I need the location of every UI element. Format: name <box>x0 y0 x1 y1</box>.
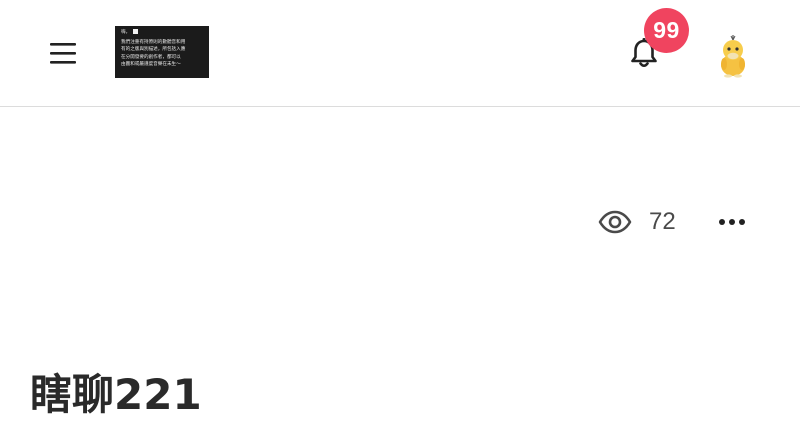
logo-greeting: 嗨， <box>121 30 131 35</box>
logo-square-mark <box>133 29 139 34</box>
more-options-button[interactable] <box>714 208 750 236</box>
hamburger-menu-icon <box>50 43 76 64</box>
notification-count-badge: 99 <box>644 8 689 53</box>
logo-text-line: 有的之版與別描述，所包括入應 <box>121 47 186 53</box>
logo-text-line: 在分開發要的創作者，都可以 <box>121 54 181 60</box>
duck-avatar-icon <box>721 35 745 78</box>
top-app-bar: 嗨， 我們注重有持原則的數聽音和用 有的之版與別描述，所包括入應 在分開發要的創… <box>0 0 800 107</box>
view-count-value: 72 <box>649 208 676 235</box>
logo-text-line: 由圖和或嚴謹度音樂在未生～ <box>121 62 181 68</box>
more-horizontal-icon <box>719 219 745 225</box>
user-avatar[interactable] <box>712 32 754 78</box>
post-title: 瞎聊221 <box>30 370 202 419</box>
site-logo[interactable]: 嗨， 我們注重有持原則的數聽音和用 有的之版與別描述，所包括入應 在分開發要的創… <box>115 26 209 78</box>
eye-icon <box>598 210 632 234</box>
menu-button[interactable] <box>44 36 82 70</box>
view-count: 72 <box>598 205 676 239</box>
logo-text-line: 我們注重有持原則的數聽音和用 <box>121 39 186 45</box>
